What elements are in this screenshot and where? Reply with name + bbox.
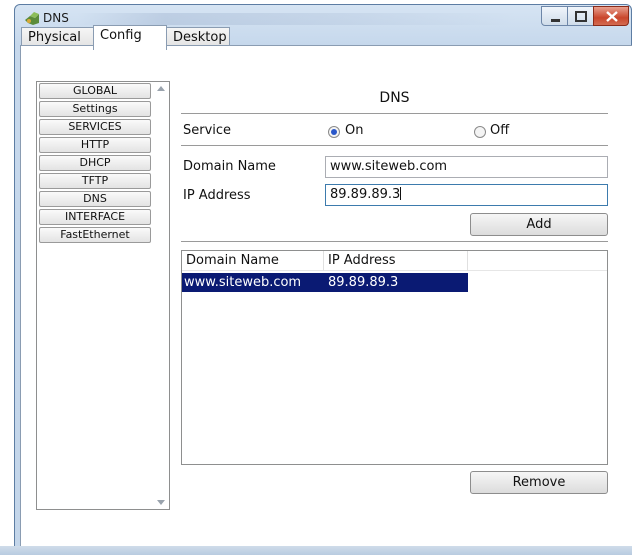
table-row[interactable]: www.siteweb.com 89.89.89.3 bbox=[182, 273, 468, 292]
ip-address-label: IP Address bbox=[183, 188, 251, 203]
scroll-down-icon[interactable] bbox=[157, 500, 165, 505]
service-label: Service bbox=[183, 123, 232, 138]
maximize-button[interactable] bbox=[567, 6, 594, 26]
sidebar-item-dns[interactable]: DNS bbox=[39, 191, 151, 207]
sidebar-item-services[interactable]: SERVICES bbox=[39, 119, 151, 135]
add-button[interactable]: Add bbox=[470, 213, 608, 236]
column-header-domain[interactable]: Domain Name bbox=[182, 251, 324, 271]
scroll-up-icon[interactable] bbox=[157, 86, 165, 91]
service-off-label[interactable]: Off bbox=[490, 123, 509, 138]
column-header-empty bbox=[468, 251, 607, 271]
sidebar-scrollbar[interactable] bbox=[153, 82, 169, 509]
service-off-radio[interactable] bbox=[474, 126, 486, 138]
row-domain-cell: www.siteweb.com bbox=[184, 275, 302, 290]
dns-records-table[interactable]: Domain Name IP Address www.siteweb.com 8… bbox=[181, 250, 608, 465]
dns-header: DNS bbox=[379, 90, 410, 106]
service-divider bbox=[181, 145, 608, 146]
ip-address-field[interactable]: 89.89.89.3 bbox=[325, 184, 608, 206]
tab-label: Physical bbox=[28, 30, 81, 45]
close-icon bbox=[606, 11, 618, 22]
dns-window: DNS Physical Config Desktop GLOBAL Setti… bbox=[0, 0, 632, 555]
table-divider bbox=[181, 241, 608, 242]
sidebar-item-fastethernet[interactable]: FastEthernet bbox=[39, 227, 151, 243]
sidebar-item-tftp[interactable]: TFTP bbox=[39, 173, 151, 189]
text-cursor bbox=[400, 187, 402, 200]
ip-address-value: 89.89.89.3 bbox=[330, 187, 401, 202]
domain-name-label: Domain Name bbox=[183, 159, 276, 174]
header-divider bbox=[181, 113, 608, 114]
column-header-ip[interactable]: IP Address bbox=[324, 251, 468, 271]
tab-config[interactable]: Config bbox=[93, 25, 167, 50]
minimize-icon bbox=[551, 19, 560, 22]
sidebar-item-http[interactable]: HTTP bbox=[39, 137, 151, 153]
close-button[interactable] bbox=[593, 6, 629, 26]
packet-tracer-server-icon bbox=[23, 11, 41, 27]
sidebar-item-settings[interactable]: Settings bbox=[39, 101, 151, 117]
service-on-radio[interactable] bbox=[328, 126, 340, 138]
sidebar-item-interface[interactable]: INTERFACE bbox=[39, 209, 151, 225]
tab-label: Desktop bbox=[173, 30, 227, 45]
row-ip-cell: 89.89.89.3 bbox=[328, 275, 399, 290]
domain-name-field[interactable]: www.siteweb.com bbox=[325, 156, 608, 178]
window-bottom-border bbox=[0, 546, 632, 555]
sidebar-item-global[interactable]: GLOBAL bbox=[39, 83, 151, 99]
title-bar-glass bbox=[77, 13, 517, 25]
config-sidebar: GLOBAL Settings SERVICES HTTP DHCP TFTP … bbox=[36, 81, 170, 510]
service-on-label[interactable]: On bbox=[345, 123, 363, 138]
tab-label: Config bbox=[100, 28, 142, 43]
minimize-button[interactable] bbox=[541, 6, 568, 26]
maximize-icon bbox=[575, 11, 587, 22]
sidebar-item-dhcp[interactable]: DHCP bbox=[39, 155, 151, 171]
remove-button[interactable]: Remove bbox=[470, 471, 608, 494]
window-title: DNS bbox=[43, 11, 69, 25]
